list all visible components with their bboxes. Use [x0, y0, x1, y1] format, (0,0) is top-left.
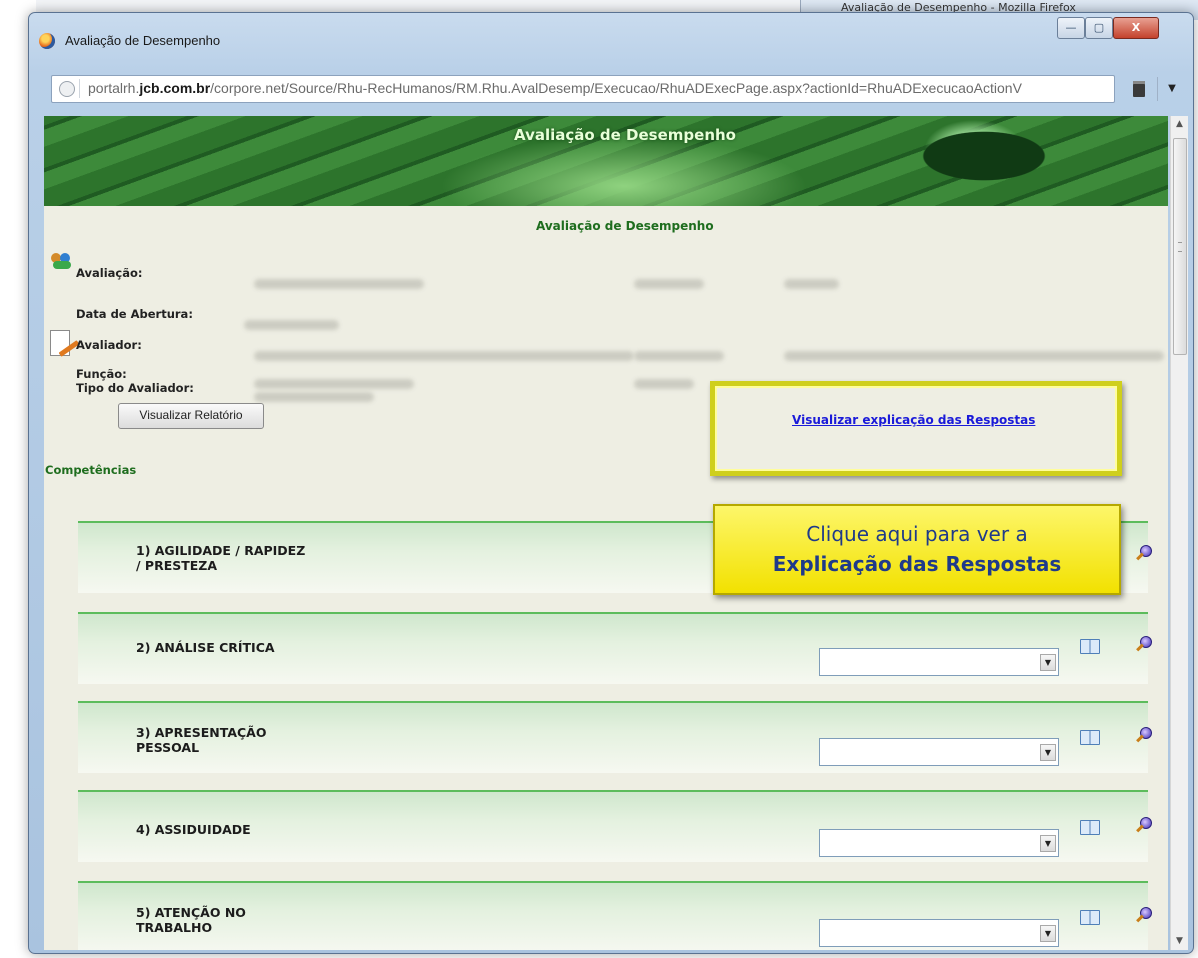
url-domain: jcb.com.br [139, 80, 211, 96]
chevron-down-icon[interactable]: ▼ [1040, 925, 1056, 942]
redacted-value [254, 279, 424, 289]
url-path: /corpore.net/Source/Rhu-RecHumanos/RM.Rh… [210, 80, 1022, 96]
popup-window: Avaliação de Desempenho — ▢ X portalrh.j… [28, 12, 1194, 954]
redacted-value [634, 351, 724, 361]
redacted-value [254, 392, 374, 402]
page-title: Avaliação de Desempenho [536, 219, 714, 233]
book-icon[interactable] [1080, 820, 1100, 835]
competency-row-2: 2) ANÁLISE CRÍTICA ▼ [78, 612, 1152, 684]
book-icon[interactable] [1080, 639, 1100, 654]
url-text: portalrh.jcb.com.br/corpore.net/Source/R… [88, 80, 1108, 96]
firefox-icon [39, 33, 55, 49]
redacted-value [784, 279, 839, 289]
scrollbar-thumb[interactable] [1173, 138, 1187, 355]
redacted-value [254, 351, 634, 361]
magnifier-icon[interactable] [1135, 636, 1153, 654]
close-button[interactable]: X [1113, 17, 1159, 39]
magnifier-icon[interactable] [1135, 907, 1153, 925]
maximize-button[interactable]: ▢ [1085, 17, 1113, 39]
competency-row-3: 3) APRESENTAÇÃO PESSOAL ▼ [78, 701, 1152, 773]
banner-title: Avaliação de Desempenho [514, 126, 736, 144]
vertical-scrollbar[interactable]: ▲ ▼ [1170, 116, 1188, 950]
competency-name: 5) ATENÇÃO NO TRABALHO [136, 905, 246, 935]
menu-dropdown-button[interactable]: ▼ [1157, 77, 1186, 101]
people-icon [51, 253, 73, 271]
label-data-abertura: Data de Abertura: [76, 307, 193, 321]
competency-name: 2) ANÁLISE CRÍTICA [136, 640, 275, 655]
competency-row-4: 4) ASSIDUIDADE ▼ [78, 790, 1152, 862]
callout-note: Clique aqui para ver a Explicação das Re… [713, 504, 1121, 595]
book-icon[interactable] [1080, 730, 1100, 745]
chevron-down-icon[interactable]: ▼ [1040, 835, 1056, 852]
redacted-value [254, 379, 414, 389]
scroll-down-arrow-icon[interactable]: ▼ [1171, 933, 1188, 950]
redacted-value [244, 320, 339, 330]
explain-answers-link[interactable]: Visualizar explicação das Respostas [792, 413, 1035, 427]
competencias-heading: Competências [45, 463, 137, 477]
magnifier-icon[interactable] [1135, 817, 1153, 835]
competency-name: 3) APRESENTAÇÃO PESSOAL [136, 725, 267, 755]
magnifier-icon[interactable] [1135, 727, 1153, 745]
globe-icon [59, 81, 75, 97]
callout-line-2: Explicação das Respostas [772, 552, 1062, 576]
competency-name: 4) ASSIDUIDADE [136, 822, 251, 837]
chevron-down-icon[interactable]: ▼ [1040, 654, 1056, 671]
label-avaliacao: Avaliação: [76, 266, 143, 280]
url-separator [79, 79, 80, 98]
chevron-down-icon[interactable]: ▼ [1040, 744, 1056, 761]
document-pen-icon [50, 330, 80, 360]
page-content: Avaliação de Desempenho Avaliação de Des… [44, 116, 1168, 950]
book-icon[interactable] [1080, 910, 1100, 925]
rating-select[interactable]: ▼ [819, 648, 1059, 676]
magnifier-icon[interactable] [1135, 545, 1153, 563]
redacted-value [634, 379, 694, 389]
scroll-up-arrow-icon[interactable]: ▲ [1171, 116, 1188, 133]
label-funcao: Função: [76, 367, 127, 381]
clipboard-icon[interactable] [1133, 81, 1145, 97]
callout-line-1: Clique aqui para ver a [806, 522, 1028, 546]
window-title: Avaliação de Desempenho [65, 33, 221, 48]
url-bar[interactable]: portalrh.jcb.com.br/corpore.net/Source/R… [51, 75, 1115, 103]
highlight-box [710, 381, 1122, 476]
rating-select[interactable]: ▼ [819, 829, 1059, 857]
competency-row-5: 5) ATENÇÃO NO TRABALHO ▼ [78, 881, 1152, 950]
rating-select[interactable]: ▼ [819, 919, 1059, 947]
redacted-value [634, 279, 704, 289]
competency-name: 1) AGILIDADE / RAPIDEZ / PRESTEZA [136, 543, 306, 573]
url-prefix: portalrh. [88, 80, 140, 96]
redacted-value [784, 351, 1164, 361]
label-avaliador: Avaliador: [76, 338, 142, 352]
window-titlebar[interactable]: Avaliação de Desempenho — ▢ X [29, 13, 1193, 57]
view-report-button[interactable]: Visualizar Relatório [118, 403, 264, 429]
label-tipo-avaliador: Tipo do Avaliador: [76, 381, 194, 395]
minimize-button[interactable]: — [1057, 17, 1085, 39]
rating-select[interactable]: ▼ [819, 738, 1059, 766]
